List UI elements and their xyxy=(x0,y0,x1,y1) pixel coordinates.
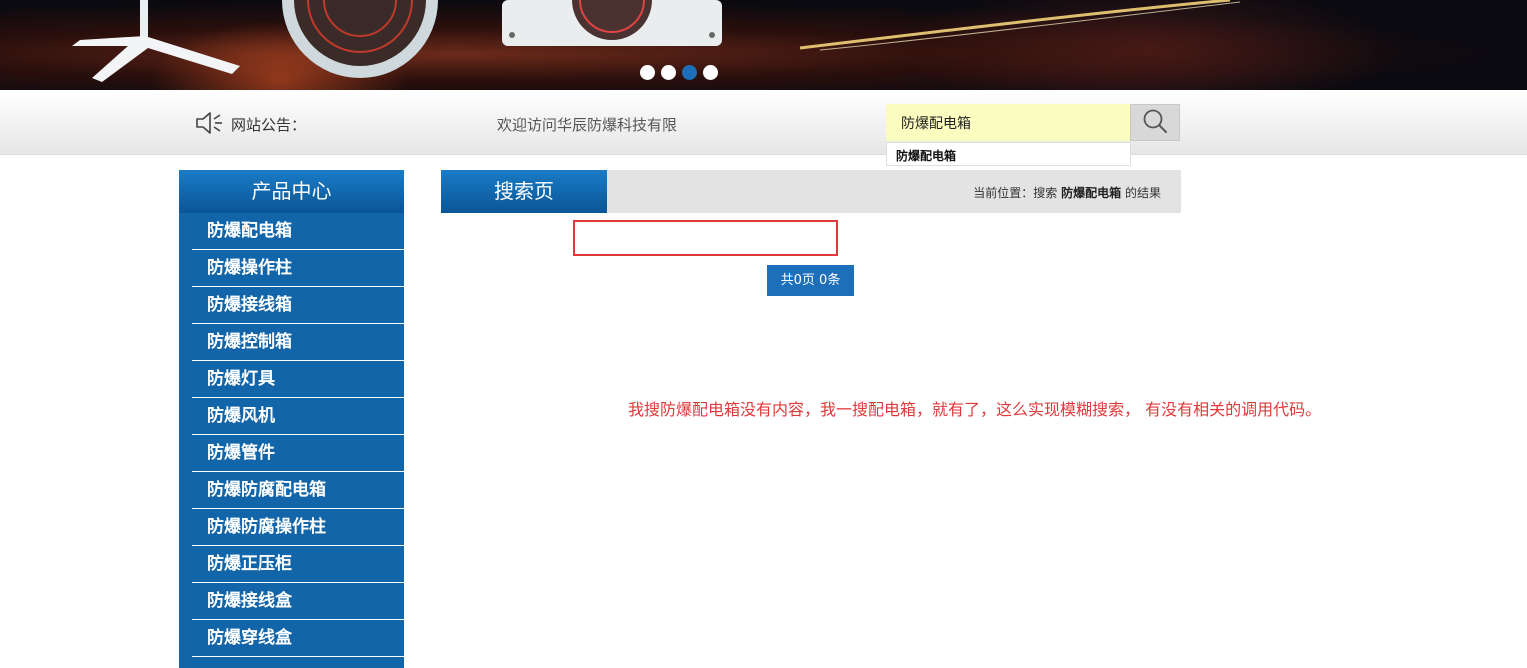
breadcrumb-suffix: 的结果 xyxy=(1124,186,1161,200)
sidebar-item[interactable]: 防爆接线箱 xyxy=(192,287,404,324)
sidebar-item[interactable]: 防爆防腐操作柱 xyxy=(192,509,404,546)
search-suggestion-item[interactable]: 防爆配电箱 xyxy=(886,142,1131,166)
product-sidebar: 产品中心 防爆配电箱 防爆操作柱 防爆接线箱 防爆控制箱 防爆灯具 防爆风机 防… xyxy=(179,170,404,668)
banner-artwork xyxy=(72,0,1241,82)
sidebar-title: 产品中心 xyxy=(179,170,404,213)
notice-label: 网站公告： xyxy=(231,116,307,134)
speaker-icon xyxy=(195,110,225,136)
notice-marquee[interactable]: 欢迎访问华辰防爆科技有限 xyxy=(497,114,683,135)
search-icon xyxy=(1142,108,1168,138)
sidebar-item[interactable]: 防爆操作柱 xyxy=(192,250,404,287)
empty-result-highlight xyxy=(573,220,838,256)
slide-dot[interactable] xyxy=(703,65,718,80)
slide-dot-active[interactable] xyxy=(682,65,697,80)
sidebar-item[interactable]: 防爆接线盒 xyxy=(192,583,404,620)
breadcrumb: 当前位置：搜索 防爆配电箱 的结果 xyxy=(973,184,1161,201)
slide-dot[interactable] xyxy=(640,65,655,80)
slide-dot[interactable] xyxy=(661,65,676,80)
annotation-note: 我搜防爆配电箱没有内容，我一搜配电箱，就有了，这么实现模糊搜索， 有没有相关的调… xyxy=(628,400,1322,419)
sidebar-item[interactable]: 防爆管件 xyxy=(192,435,404,472)
notice-bar xyxy=(0,90,1527,155)
sidebar-item[interactable]: 防爆风机 xyxy=(192,398,404,435)
sidebar-item[interactable]: 防爆灯具 xyxy=(192,361,404,398)
sidebar-list: 防爆配电箱 防爆操作柱 防爆接线箱 防爆控制箱 防爆灯具 防爆风机 防爆管件 防… xyxy=(179,213,404,657)
sidebar-item[interactable]: 防爆配电箱 xyxy=(192,213,404,250)
search-button[interactable] xyxy=(1130,104,1180,141)
pagination-summary[interactable]: 共0页 0条 xyxy=(767,265,854,296)
search-input[interactable] xyxy=(886,104,1130,141)
banner xyxy=(0,0,1527,90)
sidebar-item[interactable]: 防爆穿线盒 xyxy=(192,620,404,657)
sidebar-item[interactable]: 防爆控制箱 xyxy=(192,324,404,361)
main-header: 搜索页 当前位置：搜索 防爆配电箱 的结果 xyxy=(441,170,1181,213)
sidebar-item[interactable]: 防爆正压柜 xyxy=(192,546,404,583)
breadcrumb-prefix: 当前位置：搜索 xyxy=(973,186,1058,200)
banner-dots xyxy=(640,65,718,80)
breadcrumb-keyword: 防爆配电箱 xyxy=(1061,186,1122,200)
sidebar-item[interactable]: 防爆防腐配电箱 xyxy=(192,472,404,509)
page-title: 搜索页 xyxy=(441,170,607,213)
